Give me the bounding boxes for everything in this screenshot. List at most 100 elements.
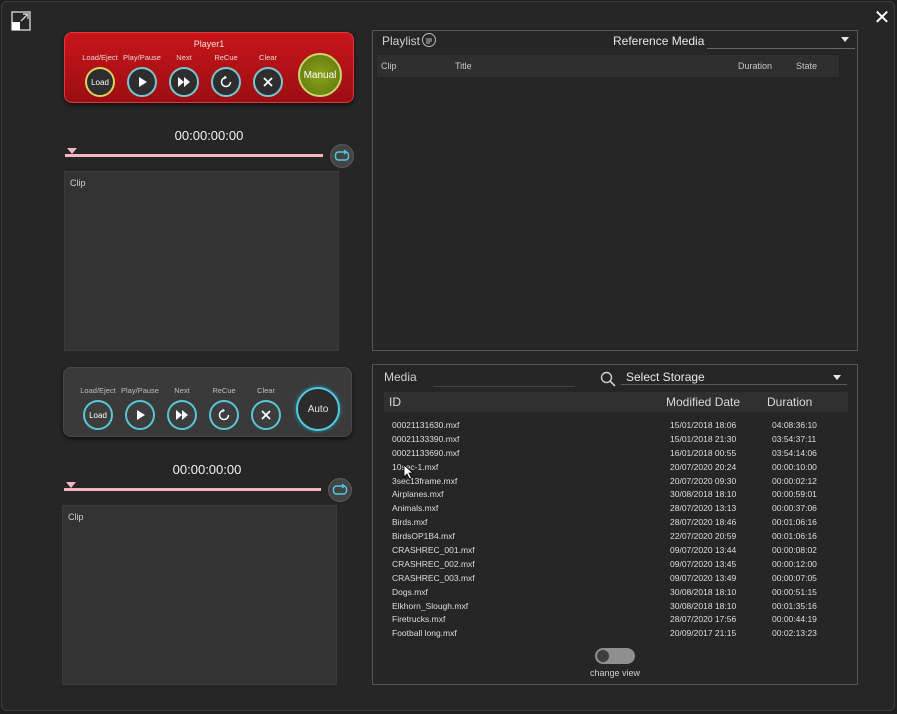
play-pause-button[interactable] xyxy=(125,400,155,430)
col-duration[interactable]: Duration xyxy=(767,395,812,409)
media-cell-date: 20/07/2020 09:30 xyxy=(670,475,737,486)
media-cell-id: 00021133390.mxf xyxy=(392,433,460,444)
next-control: Next xyxy=(169,53,199,97)
media-cell-duration: 00:00:37:06 xyxy=(772,503,817,514)
clear-button[interactable] xyxy=(251,400,281,430)
auto-mode-button[interactable]: Auto xyxy=(296,387,340,431)
storage-placeholder: Select Storage xyxy=(626,370,705,384)
media-cell-duration: 00:00:07:05 xyxy=(772,572,817,583)
media-row[interactable]: Dogs.mxf 30/08/2018 18:10 00:00:51:15 xyxy=(384,586,848,600)
media-table-header: ID Modified Date Duration xyxy=(384,392,848,412)
media-cell-id: Dogs.mxf xyxy=(392,586,428,597)
change-view-toggle[interactable] xyxy=(595,648,635,664)
close-icon[interactable]: ✕ xyxy=(870,6,894,30)
media-list[interactable]: 00021131630.mxf 15/01/2018 18:06 04:08:36:… xyxy=(384,419,848,639)
clear-label: Clear xyxy=(257,386,275,395)
search-icon[interactable] xyxy=(600,371,616,387)
media-cell-date: 20/07/2020 20:24 xyxy=(670,461,737,472)
playlist-title: Playlist xyxy=(382,34,421,48)
media-cell-id: CRASHREC_003.mxf xyxy=(392,572,475,583)
clear-button[interactable] xyxy=(253,67,283,97)
media-cell-id: BirdsOP1B4.mxf xyxy=(392,531,455,542)
recue-control: ReCue xyxy=(209,386,239,430)
media-row[interactable]: Birds.mxf 28/07/2020 18:46 00:01:06:16 xyxy=(384,516,848,530)
player2-timecode: 00:00:00:00 xyxy=(172,462,242,477)
media-cell-date: 15/01/2018 21:30 xyxy=(670,433,737,444)
load-button[interactable]: Load xyxy=(83,400,113,430)
media-cell-id: Elkhorn_Slough.mxf xyxy=(392,600,469,611)
media-cell-duration: 00:00:10:00 xyxy=(772,461,817,472)
col-id[interactable]: ID xyxy=(389,395,401,409)
media-cell-id: CRASHREC_002.mxf xyxy=(392,558,475,569)
media-cell-date: 28/07/2020 13:13 xyxy=(670,503,737,514)
expand-icon[interactable] xyxy=(11,11,31,31)
player2-loop-button[interactable] xyxy=(328,478,352,502)
media-cell-duration: 00:00:08:02 xyxy=(772,545,817,556)
media-row[interactable]: 00021133690.mxf 16/01/2018 00:55 03:54:14:… xyxy=(384,447,848,461)
media-cell-id: 00021133690.mxf xyxy=(392,447,460,458)
media-row[interactable]: BirdsOP1B4.mxf 22/07/2020 20:59 00:01:06:1… xyxy=(384,530,848,544)
media-cell-duration: 00:00:51:15 xyxy=(772,586,817,597)
media-cell-id: Birds.mxf xyxy=(392,517,428,528)
load-button[interactable]: Load xyxy=(85,67,115,97)
next-icon xyxy=(178,77,190,87)
next-button[interactable] xyxy=(169,67,199,97)
media-row[interactable]: Airplanes.mxf 30/08/2018 18:10 00:00:59:01 xyxy=(384,488,848,502)
col-modified-date[interactable]: Modified Date xyxy=(666,395,740,409)
clear-icon xyxy=(261,410,271,420)
media-cell-id: Airplanes.mxf xyxy=(392,489,444,500)
media-cell-date: 22/07/2020 20:59 xyxy=(670,531,737,542)
reference-media-dropdown[interactable] xyxy=(707,31,855,49)
playlist-menu-icon[interactable] xyxy=(422,33,436,47)
player1-timecode: 00:00:00:00 xyxy=(174,128,244,143)
media-cell-duration: 00:00:02:12 xyxy=(772,475,817,486)
manual-mode-button[interactable]: Manual xyxy=(298,53,342,97)
media-row[interactable]: 3sec13frame.mxf 20/07/2020 09:30 00:00:02:… xyxy=(384,475,848,489)
media-row[interactable]: 00021133390.mxf 15/01/2018 21:30 03:54:37:… xyxy=(384,433,848,447)
loop-icon xyxy=(332,484,348,495)
media-row[interactable]: CRASHREC_001.mxf 09/07/2020 13:44 00:00:08… xyxy=(384,544,848,558)
media-cell-date: 09/07/2020 13:49 xyxy=(670,572,737,583)
media-title: Media xyxy=(384,370,417,384)
player1-panel: Player1 Load/Eject Load Play/Pause Next … xyxy=(64,32,354,103)
media-cell-date: 30/08/2018 18:10 xyxy=(670,600,737,611)
media-cell-date: 20/09/2017 21:15 xyxy=(670,628,737,639)
media-cell-date: 09/07/2020 13:44 xyxy=(670,545,737,556)
media-cell-duration: 04:08:36:10 xyxy=(772,420,817,430)
chevron-down-icon xyxy=(841,37,849,42)
media-cell-duration: 00:01:06:16 xyxy=(772,517,817,528)
load-eject-control: Load/Eject Load xyxy=(82,53,118,97)
media-row[interactable]: Football long.mxf 20/09/2017 21:15 00:02:1… xyxy=(384,627,848,639)
media-panel: Media Select Storage ID Modified Date Du… xyxy=(372,364,858,685)
media-row[interactable]: Firetrucks.mxf 28/07/2020 17:56 00:00:44:1… xyxy=(384,613,848,627)
media-cell-date: 16/01/2018 00:55 xyxy=(670,447,737,458)
media-search-input[interactable] xyxy=(433,386,575,387)
player2-scrub-bar[interactable] xyxy=(64,488,321,491)
media-row[interactable]: 10sec-1.mxf 20/07/2020 20:24 00:00:10:00 xyxy=(384,461,848,475)
player1-title: Player1 xyxy=(193,39,225,49)
player1-scrub-bar[interactable] xyxy=(65,154,323,157)
player2-clip-box: Clip xyxy=(62,505,337,685)
media-cell-date: 15/01/2018 18:06 xyxy=(670,420,737,430)
next-button[interactable] xyxy=(167,400,197,430)
media-cell-id: CRASHREC_001.mxf xyxy=(392,545,475,556)
recue-button[interactable] xyxy=(211,67,241,97)
media-cell-date: 30/08/2018 18:10 xyxy=(670,489,737,500)
media-row[interactable]: 00021131630.mxf 15/01/2018 18:06 04:08:36:… xyxy=(384,419,848,433)
recue-button[interactable] xyxy=(209,400,239,430)
player1-clip-box: Clip xyxy=(64,171,339,351)
media-cell-id: Football long.mxf xyxy=(392,628,457,639)
play-pause-button[interactable] xyxy=(127,67,157,97)
play-icon xyxy=(139,77,147,87)
player1-loop-button[interactable] xyxy=(330,144,354,168)
recue-icon xyxy=(220,75,232,88)
media-cell-duration: 00:00:59:01 xyxy=(772,489,817,500)
player2-clip-label: Clip xyxy=(68,512,84,522)
media-cell-duration: 00:02:13:23 xyxy=(772,628,817,639)
media-row[interactable]: CRASHREC_002.mxf 09/07/2020 13:45 00:00:12… xyxy=(384,558,848,572)
media-row[interactable]: Animals.mxf 28/07/2020 13:13 00:00:37:06 xyxy=(384,502,848,516)
media-row[interactable]: Elkhorn_Slough.mxf 30/08/2018 18:10 00:01:… xyxy=(384,600,848,614)
media-row[interactable]: CRASHREC_003.mxf 09/07/2020 13:49 00:00:07… xyxy=(384,572,848,586)
col-state: State xyxy=(796,61,818,71)
player2-panel: Load/Eject Load Play/Pause Next ReCue Cl… xyxy=(63,367,352,437)
